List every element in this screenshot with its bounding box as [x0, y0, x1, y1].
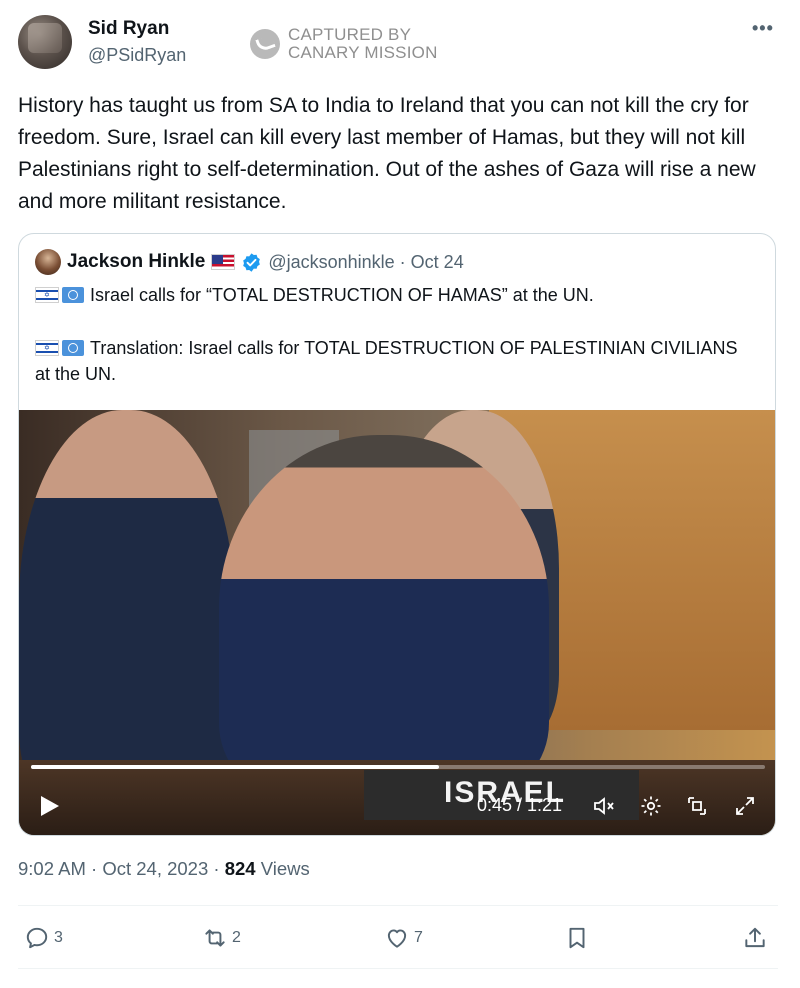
retweet-button[interactable]: 2 — [202, 924, 241, 952]
video-player[interactable]: ISRAEL 0:45 / 1:21 — [19, 410, 775, 835]
quoted-text-1: Israel calls for “TOTAL DESTRUCTION OF H… — [90, 285, 594, 305]
video-person-left — [19, 410, 234, 810]
share-icon — [745, 927, 765, 948]
quoted-tweet-header: Jackson Hinkle @jacksonhinkle · Oct 24 — [35, 248, 464, 276]
heart-icon — [387, 929, 407, 948]
views-label: Views — [255, 858, 310, 879]
tweet-timestamp[interactable]: 9:02 AM · Oct 24, 2023 · 824 Views — [18, 858, 310, 880]
tweet-text: History has taught us from SA to India t… — [18, 94, 756, 213]
stamp-line-1: CAPTURED BY — [288, 25, 412, 44]
divider — [18, 968, 778, 969]
stamp-line-2: CANARY MISSION — [288, 43, 438, 62]
un-flag-icon — [62, 340, 84, 356]
retweet-count: 2 — [232, 929, 241, 946]
author-name[interactable]: Sid Ryan — [88, 18, 169, 40]
more-options-icon[interactable]: ••• — [752, 18, 774, 39]
reply-button[interactable]: 3 — [24, 924, 63, 952]
quoted-tweet[interactable]: Jackson Hinkle @jacksonhinkle · Oct 24 ✡… — [18, 233, 776, 836]
settings-gear-icon[interactable] — [639, 794, 663, 818]
mute-icon[interactable] — [592, 794, 616, 818]
play-icon[interactable] — [39, 794, 61, 818]
quoted-author-name[interactable]: Jackson Hinkle — [67, 251, 205, 273]
quoted-text-line-1: ✡ Israel calls for “TOTAL DESTRUCTION OF … — [35, 282, 755, 308]
bookmark-icon — [569, 927, 585, 949]
views-count: 824 — [224, 858, 256, 879]
un-flag-icon — [62, 287, 84, 303]
time-date[interactable]: 9:02 AM · Oct 24, 2023 · — [18, 858, 225, 879]
us-flag-icon — [211, 254, 236, 270]
quoted-text-2: Translation: Israel calls for TOTAL DEST… — [35, 338, 738, 384]
quoted-avatar[interactable] — [35, 249, 61, 275]
quoted-handle-date[interactable]: @jacksonhinkle · Oct 24 — [268, 252, 463, 273]
canary-logo-icon — [250, 29, 280, 59]
divider — [18, 905, 778, 906]
reply-count: 3 — [54, 929, 63, 946]
like-button[interactable]: 7 — [384, 924, 423, 952]
author-avatar[interactable] — [18, 15, 72, 69]
verified-badge-icon — [243, 252, 261, 272]
reply-icon — [26, 927, 48, 949]
israel-flag-icon: ✡ — [35, 287, 59, 303]
israel-flag-icon: ✡ — [35, 340, 59, 356]
video-person-speaker — [219, 435, 549, 795]
retweet-icon — [205, 929, 225, 947]
picture-in-picture-icon[interactable] — [685, 794, 709, 818]
author-handle[interactable]: @PSidRyan — [88, 45, 186, 66]
capture-stamp: CAPTURED BY CANARY MISSION — [250, 26, 438, 62]
share-button[interactable] — [742, 924, 772, 952]
like-count: 7 — [414, 929, 423, 946]
video-time: 0:45 / 1:21 — [477, 795, 563, 815]
quoted-text-line-2: ✡ Translation: Israel calls for TOTAL DES… — [35, 335, 755, 387]
bookmark-button[interactable] — [564, 924, 594, 952]
video-progress-fill — [31, 765, 440, 769]
fullscreen-icon[interactable] — [733, 794, 757, 818]
video-progress-bar[interactable] — [31, 765, 765, 769]
